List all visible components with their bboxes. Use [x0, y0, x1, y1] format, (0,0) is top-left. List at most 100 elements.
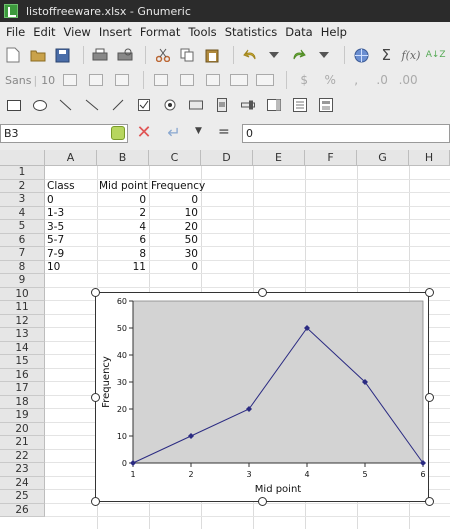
- align-center-icon[interactable]: [176, 70, 198, 90]
- row-header[interactable]: 12: [0, 314, 45, 328]
- menu-data[interactable]: Data: [281, 25, 316, 39]
- row-header[interactable]: 17: [0, 382, 45, 396]
- chevron-down-icon[interactable]: ▼: [195, 126, 205, 136]
- row-header[interactable]: 5: [0, 220, 45, 234]
- cell[interactable]: 30: [149, 248, 201, 262]
- resize-handle[interactable]: [425, 393, 434, 402]
- row-header[interactable]: 19: [0, 409, 45, 423]
- cell[interactable]: 3-5: [45, 221, 97, 235]
- sort-icon[interactable]: A↓Z: [425, 45, 446, 65]
- rectangle-tool-icon[interactable]: [3, 95, 25, 115]
- cell[interactable]: 0: [149, 194, 201, 208]
- column-header[interactable]: H: [409, 150, 450, 166]
- column-header[interactable]: G: [357, 150, 409, 166]
- column-header[interactable]: D: [201, 150, 253, 166]
- cell[interactable]: 8: [97, 248, 149, 262]
- function-icon[interactable]: f(x): [401, 45, 422, 65]
- accept-edit-icon[interactable]: ↵: [162, 123, 186, 143]
- menu-statistics[interactable]: Statistics: [221, 25, 282, 39]
- merge-cells-icon[interactable]: [228, 70, 250, 90]
- cell[interactable]: 5-7: [45, 234, 97, 248]
- row-header[interactable]: 8: [0, 260, 45, 274]
- goto-icon[interactable]: [111, 126, 125, 140]
- save-icon[interactable]: [52, 45, 73, 65]
- combo-widget-icon[interactable]: [315, 95, 337, 115]
- print-icon[interactable]: [90, 45, 111, 65]
- increase-decimal-icon[interactable]: .0: [371, 70, 393, 90]
- underline-icon[interactable]: [111, 70, 133, 90]
- column-header[interactable]: B: [97, 150, 149, 166]
- cell[interactable]: Class: [45, 180, 97, 194]
- row-header[interactable]: 11: [0, 301, 45, 315]
- open-file-icon[interactable]: [28, 45, 49, 65]
- sum-icon[interactable]: Σ: [376, 45, 397, 65]
- italic-icon[interactable]: [85, 70, 107, 90]
- resize-handle[interactable]: [91, 288, 100, 297]
- row-header[interactable]: 22: [0, 449, 45, 463]
- row-header[interactable]: 10: [0, 287, 45, 301]
- percent-format-icon[interactable]: %: [319, 70, 341, 90]
- font-size-field[interactable]: 10: [37, 74, 59, 87]
- resize-handle[interactable]: [258, 497, 267, 506]
- row-header[interactable]: 24: [0, 476, 45, 490]
- row-header[interactable]: 13: [0, 328, 45, 342]
- menu-insert[interactable]: Insert: [95, 25, 136, 39]
- pointer-tool-icon[interactable]: [107, 95, 129, 115]
- resize-handle[interactable]: [91, 497, 100, 506]
- row-header[interactable]: 15: [0, 355, 45, 369]
- cell[interactable]: 0: [149, 261, 201, 275]
- arrow-tool-icon[interactable]: [55, 95, 77, 115]
- column-header[interactable]: A: [45, 150, 97, 166]
- column-header[interactable]: F: [305, 150, 357, 166]
- row-header[interactable]: 14: [0, 341, 45, 355]
- row-header[interactable]: 18: [0, 395, 45, 409]
- cell[interactable]: 1-3: [45, 207, 97, 221]
- row-header[interactable]: 23: [0, 463, 45, 477]
- new-file-icon[interactable]: [3, 45, 24, 65]
- bold-icon[interactable]: [59, 70, 81, 90]
- select-all-corner[interactable]: [0, 150, 45, 166]
- resize-handle[interactable]: [91, 393, 100, 402]
- cancel-edit-icon[interactable]: ✕: [134, 123, 154, 143]
- undo-dropdown-icon[interactable]: [264, 45, 285, 65]
- copy-icon[interactable]: [177, 45, 198, 65]
- align-right-icon[interactable]: [202, 70, 224, 90]
- cell[interactable]: 10: [45, 261, 97, 275]
- cell[interactable]: 6: [97, 234, 149, 248]
- list-widget-icon[interactable]: [289, 95, 311, 115]
- menu-help[interactable]: Help: [317, 25, 351, 39]
- row-header[interactable]: 6: [0, 233, 45, 247]
- row-header[interactable]: 25: [0, 490, 45, 504]
- spreadsheet-grid[interactable]: A B C D E F G H 1 2 3 4 5 6 7 8 9 10 11 12 13 14 15 16 1…: [0, 150, 450, 529]
- resize-handle[interactable]: [425, 497, 434, 506]
- menu-format[interactable]: Format: [136, 25, 185, 39]
- cell[interactable]: 50: [149, 234, 201, 248]
- spin-button-widget-icon[interactable]: [263, 95, 285, 115]
- menu-view[interactable]: View: [60, 25, 95, 39]
- split-cells-icon[interactable]: [254, 70, 276, 90]
- line-chart[interactable]: 0 10 20 30 40 50 60 1 2 3 4 5 6 Mid point Frequency: [95, 292, 429, 502]
- resize-handle[interactable]: [425, 288, 434, 297]
- menu-file[interactable]: File: [2, 25, 29, 39]
- resize-handle[interactable]: [258, 288, 267, 297]
- menu-tools[interactable]: Tools: [184, 25, 220, 39]
- menu-edit[interactable]: Edit: [29, 25, 59, 39]
- cell[interactable]: 0: [97, 194, 149, 208]
- font-name-field[interactable]: Sans: [3, 74, 33, 87]
- cut-icon[interactable]: [152, 45, 173, 65]
- row-header[interactable]: 7: [0, 247, 45, 261]
- radio-widget-icon[interactable]: [159, 95, 181, 115]
- align-left-icon[interactable]: [150, 70, 172, 90]
- hyperlink-globe-icon[interactable]: [351, 45, 372, 65]
- ellipse-tool-icon[interactable]: [29, 95, 51, 115]
- row-header[interactable]: 26: [0, 503, 45, 517]
- cell[interactable]: 0: [45, 194, 97, 208]
- redo-icon[interactable]: [289, 45, 310, 65]
- cell[interactable]: 10: [149, 207, 201, 221]
- cell[interactable]: 11: [97, 261, 149, 275]
- undo-icon[interactable]: [239, 45, 260, 65]
- cell[interactable]: Frequency: [149, 180, 207, 194]
- cell-name-box[interactable]: B3: [0, 124, 128, 143]
- decrease-decimal-icon[interactable]: .00: [397, 70, 419, 90]
- currency-format-icon[interactable]: $: [293, 70, 315, 90]
